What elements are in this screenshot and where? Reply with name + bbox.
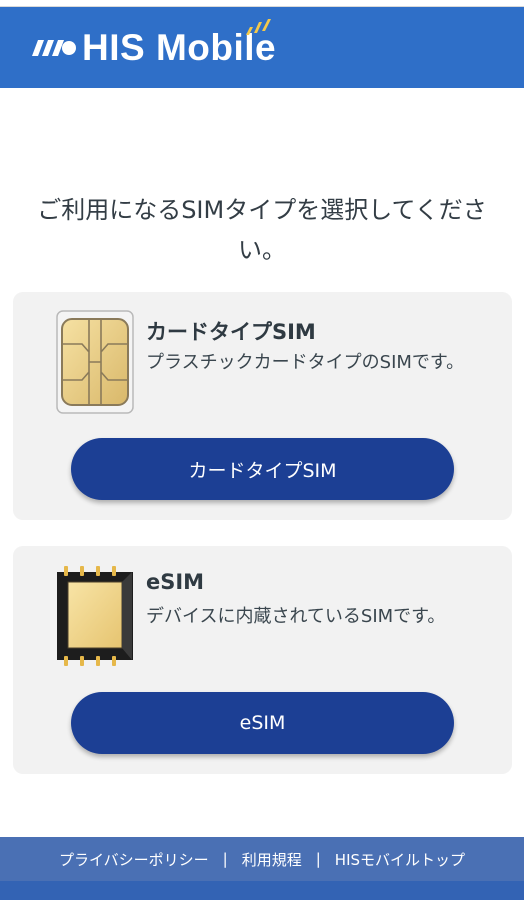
logo-spark-icon xyxy=(246,19,271,35)
sim-option-card-physical: カードタイプSIM プラスチックカードタイプのSIMです。 カードタイプSIM xyxy=(13,292,512,520)
footer-link-his-mobile-top[interactable]: HISモバイルトップ xyxy=(335,849,465,870)
card-title: カードタイプSIM xyxy=(146,320,316,344)
top-border xyxy=(0,0,524,7)
select-esim-button[interactable]: eSIM xyxy=(71,692,454,754)
card-description: プラスチックカードタイプのSIMです。 xyxy=(146,352,465,373)
sim-option-card-esim: eSIM デバイスに内蔵されているSIMです。 eSIM xyxy=(13,546,512,774)
logo-mark-icon xyxy=(32,40,76,56)
card-description: デバイスに内蔵されているSIMです。 xyxy=(146,606,446,627)
physical-sim-chip-icon xyxy=(56,310,134,414)
footer-links: プライバシーポリシー | 利用規程 | HISモバイルトップ xyxy=(0,837,524,881)
footer-bottom-bar xyxy=(0,881,524,900)
footer-separator: | xyxy=(222,850,228,868)
esim-chip-icon xyxy=(57,566,133,666)
page-instruction: ご利用になるSIMタイプを選択してください。 xyxy=(37,196,487,264)
site-header: HIS Mobile xyxy=(0,7,524,88)
site-footer: プライバシーポリシー | 利用規程 | HISモバイルトップ xyxy=(0,837,524,900)
logo-text: HIS Mobile xyxy=(82,19,276,69)
footer-link-privacy-policy[interactable]: プライバシーポリシー xyxy=(59,849,209,870)
footer-separator: | xyxy=(315,850,321,868)
select-card-type-sim-button[interactable]: カードタイプSIM xyxy=(71,438,454,500)
footer-link-terms[interactable]: 利用規程 xyxy=(242,849,302,870)
his-mobile-logo[interactable]: HIS Mobile xyxy=(32,19,276,73)
card-title: eSIM xyxy=(146,570,205,594)
